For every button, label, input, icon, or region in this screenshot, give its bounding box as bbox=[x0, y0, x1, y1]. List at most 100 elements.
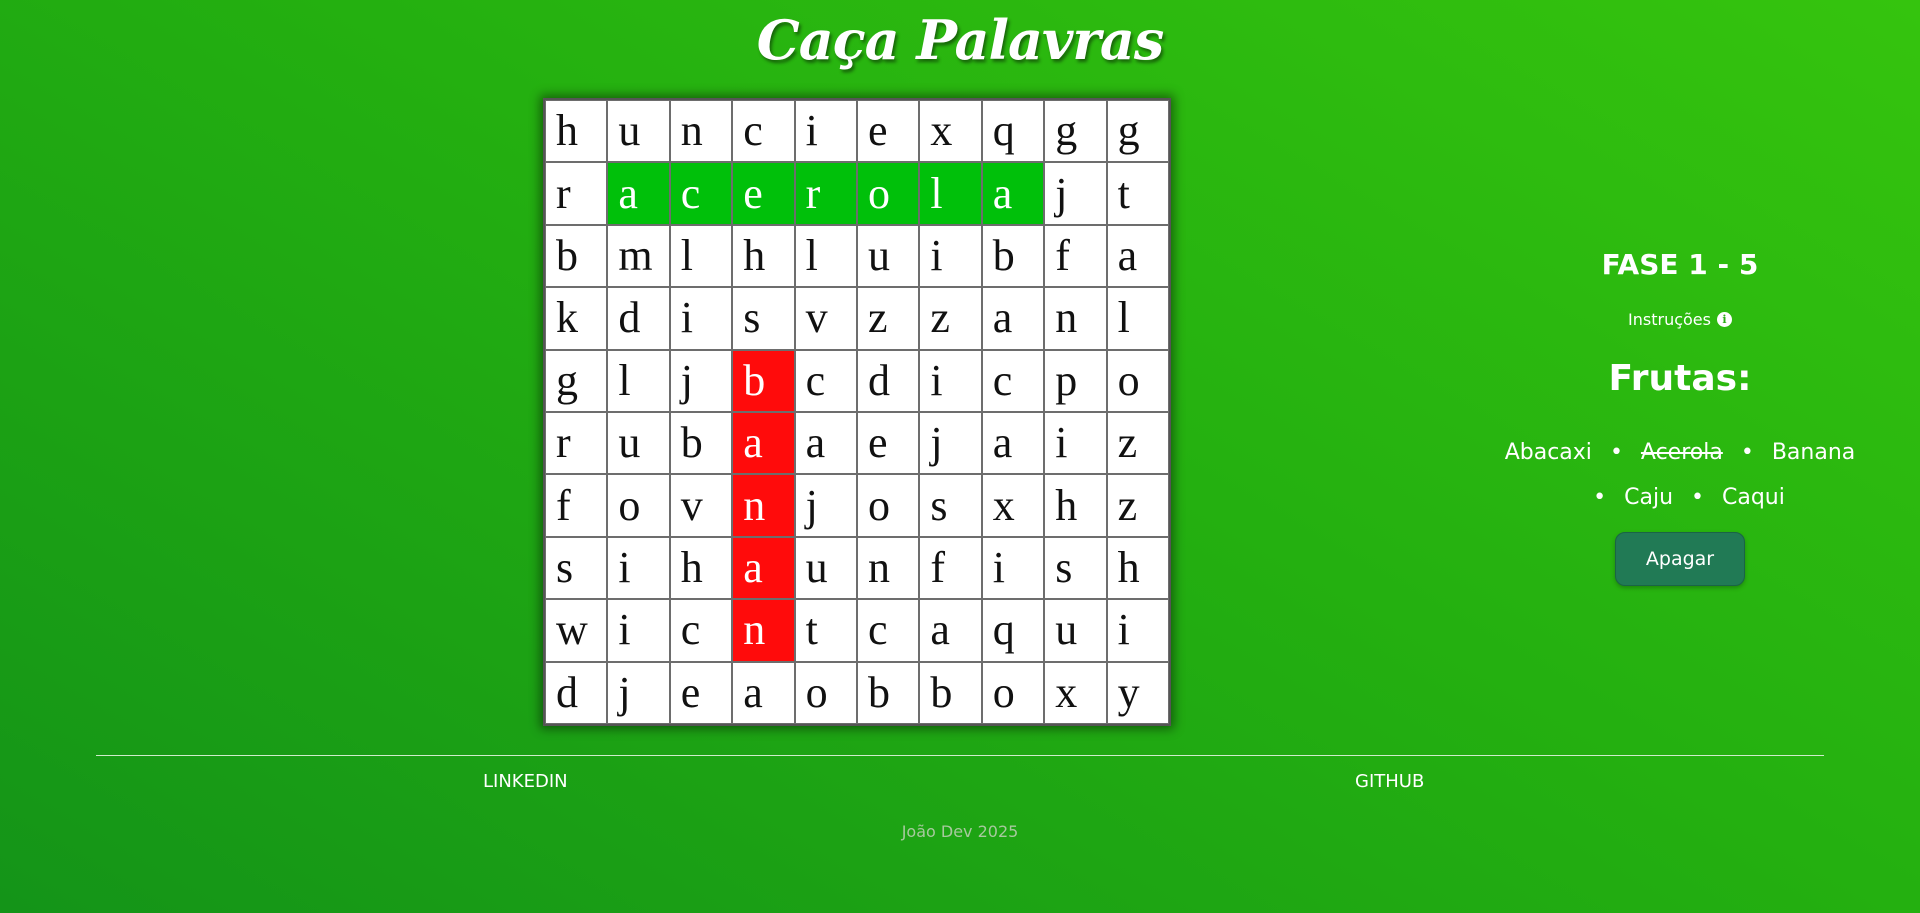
grid-cell[interactable]: h bbox=[1106, 536, 1169, 600]
grid-cell[interactable]: o bbox=[857, 474, 920, 537]
grid-cell[interactable]: z bbox=[1106, 474, 1169, 537]
grid-cell[interactable]: o bbox=[981, 661, 1045, 724]
grid-cell[interactable]: c bbox=[857, 599, 920, 662]
grid-cell[interactable]: a bbox=[607, 162, 670, 225]
grid-cell[interactable]: b bbox=[919, 661, 982, 724]
grid-cell[interactable]: i bbox=[1044, 412, 1107, 475]
grid-cell[interactable]: o bbox=[607, 474, 670, 537]
grid-cell[interactable]: l bbox=[1106, 287, 1169, 350]
grid-cell[interactable]: a bbox=[732, 536, 795, 600]
grid-cell[interactable]: h bbox=[1044, 474, 1107, 537]
instructions-link[interactable]: Instruções i bbox=[1480, 310, 1880, 329]
grid-cell[interactable]: i bbox=[919, 224, 982, 288]
grid-cell[interactable]: g bbox=[545, 349, 608, 412]
grid-cell[interactable]: q bbox=[981, 599, 1045, 662]
grid-cell[interactable]: a bbox=[981, 287, 1045, 350]
grid-cell[interactable]: c bbox=[732, 100, 795, 163]
grid-cell[interactable]: j bbox=[1044, 162, 1107, 225]
grid-cell[interactable]: n bbox=[857, 536, 920, 600]
grid-cell[interactable]: t bbox=[1106, 162, 1169, 225]
grid-cell[interactable]: i bbox=[981, 536, 1045, 600]
grid-cell[interactable]: g bbox=[1106, 100, 1169, 163]
grid-cell[interactable]: z bbox=[857, 287, 920, 350]
grid-cell[interactable]: o bbox=[1106, 349, 1169, 412]
grid-cell[interactable]: o bbox=[794, 661, 857, 724]
grid-cell[interactable]: b bbox=[857, 661, 920, 724]
grid-cell[interactable]: k bbox=[545, 287, 608, 350]
grid-cell[interactable]: m bbox=[607, 224, 670, 288]
grid-cell[interactable]: a bbox=[981, 162, 1045, 225]
grid-cell[interactable]: n bbox=[732, 474, 795, 537]
grid-cell[interactable]: z bbox=[919, 287, 982, 350]
grid-cell[interactable]: n bbox=[1044, 287, 1107, 350]
grid-cell[interactable]: u bbox=[857, 224, 920, 288]
grid-cell[interactable]: a bbox=[794, 412, 857, 475]
grid-cell[interactable]: f bbox=[1044, 224, 1107, 288]
grid-cell[interactable]: s bbox=[919, 474, 982, 537]
grid-cell[interactable]: u bbox=[607, 100, 670, 163]
grid-cell[interactable]: e bbox=[669, 661, 733, 724]
grid-cell[interactable]: w bbox=[545, 599, 608, 662]
grid-cell[interactable]: f bbox=[919, 536, 982, 600]
grid-cell[interactable]: z bbox=[1106, 412, 1169, 475]
grid-cell[interactable]: p bbox=[1044, 349, 1107, 412]
grid-cell[interactable]: r bbox=[545, 412, 608, 475]
grid-cell[interactable]: i bbox=[1106, 599, 1169, 662]
grid-cell[interactable]: a bbox=[919, 599, 982, 662]
grid-cell[interactable]: a bbox=[732, 661, 795, 724]
grid-cell[interactable]: n bbox=[732, 599, 795, 662]
grid-cell[interactable]: c bbox=[669, 599, 733, 662]
grid-cell[interactable]: i bbox=[669, 287, 733, 350]
grid-cell[interactable]: a bbox=[1106, 224, 1169, 288]
erase-button[interactable]: Apagar bbox=[1615, 532, 1745, 586]
grid-cell[interactable]: l bbox=[607, 349, 670, 412]
grid-cell[interactable]: h bbox=[545, 100, 608, 163]
grid-cell[interactable]: f bbox=[545, 474, 608, 537]
grid-cell[interactable]: h bbox=[732, 224, 795, 288]
linkedin-link[interactable]: LINKEDIN bbox=[483, 771, 568, 792]
grid-cell[interactable]: b bbox=[545, 224, 608, 288]
grid-cell[interactable]: d bbox=[545, 661, 608, 724]
grid-cell[interactable]: y bbox=[1106, 661, 1169, 724]
grid-cell[interactable]: v bbox=[794, 287, 857, 350]
grid-cell[interactable]: a bbox=[732, 412, 795, 475]
grid-cell[interactable]: a bbox=[981, 412, 1045, 475]
grid-cell[interactable]: l bbox=[794, 224, 857, 288]
grid-cell[interactable]: i bbox=[794, 100, 857, 163]
grid-cell[interactable]: l bbox=[669, 224, 733, 288]
grid-cell[interactable]: j bbox=[919, 412, 982, 475]
grid-cell[interactable]: d bbox=[607, 287, 670, 350]
grid-cell[interactable]: c bbox=[669, 162, 733, 225]
grid-cell[interactable]: c bbox=[794, 349, 857, 412]
grid-cell[interactable]: x bbox=[919, 100, 982, 163]
grid-cell[interactable]: h bbox=[669, 536, 733, 600]
github-link[interactable]: GITHUB bbox=[1355, 771, 1424, 792]
grid-cell[interactable]: x bbox=[981, 474, 1045, 537]
grid-cell[interactable]: b bbox=[981, 224, 1045, 288]
grid-cell[interactable]: s bbox=[732, 287, 795, 350]
grid-cell[interactable]: b bbox=[732, 349, 795, 412]
grid-cell[interactable]: d bbox=[857, 349, 920, 412]
grid-cell[interactable]: i bbox=[607, 536, 670, 600]
grid-cell[interactable]: q bbox=[981, 100, 1045, 163]
grid-cell[interactable]: r bbox=[545, 162, 608, 225]
info-icon[interactable]: i bbox=[1716, 312, 1732, 327]
grid-cell[interactable]: b bbox=[669, 412, 733, 475]
grid-cell[interactable]: t bbox=[794, 599, 857, 662]
grid-cell[interactable]: e bbox=[732, 162, 795, 225]
grid-cell[interactable]: c bbox=[981, 349, 1045, 412]
grid-cell[interactable]: s bbox=[1044, 536, 1107, 600]
grid-cell[interactable]: i bbox=[607, 599, 670, 662]
grid-cell[interactable]: v bbox=[669, 474, 733, 537]
grid-cell[interactable]: g bbox=[1044, 100, 1107, 163]
grid-cell[interactable]: e bbox=[857, 100, 920, 163]
grid-cell[interactable]: r bbox=[794, 162, 857, 225]
grid-cell[interactable]: u bbox=[1044, 599, 1107, 662]
grid-cell[interactable]: n bbox=[669, 100, 733, 163]
grid-cell[interactable]: o bbox=[857, 162, 920, 225]
grid-cell[interactable]: l bbox=[919, 162, 982, 225]
grid-cell[interactable]: u bbox=[607, 412, 670, 475]
grid-cell[interactable]: j bbox=[607, 661, 670, 724]
grid-cell[interactable]: e bbox=[857, 412, 920, 475]
grid-cell[interactable]: u bbox=[794, 536, 857, 600]
